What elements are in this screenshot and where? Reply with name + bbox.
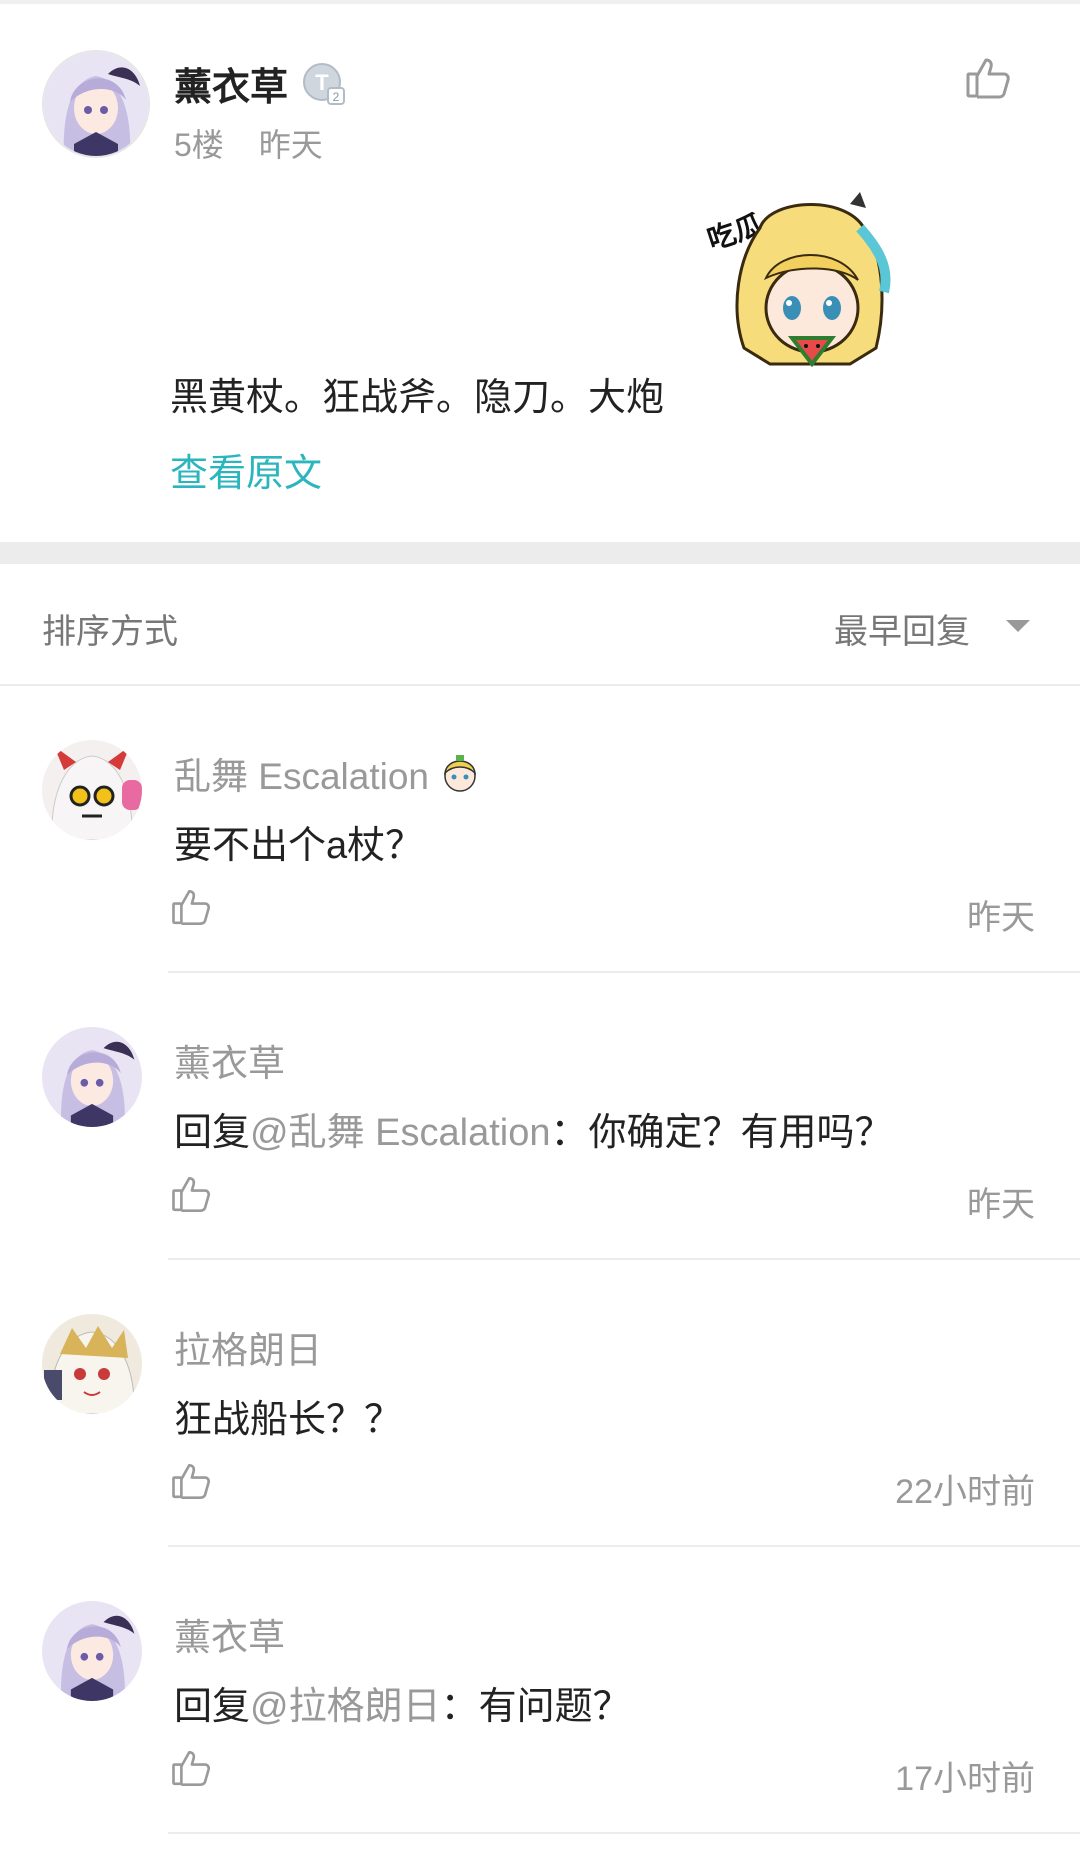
section-gap [0,542,1080,564]
thumbs-up-icon[interactable] [170,1460,212,1502]
author-name[interactable]: 薰衣草 [174,56,288,111]
thumbs-up-icon[interactable] [170,1173,212,1215]
commenter-avatar[interactable] [42,1601,142,1701]
comment-item: 拉格朗日 狂战船长？？ 22小时前 [0,1260,1080,1547]
comment-time: 17小时前 [895,1760,1035,1798]
badge-icon: T 2 [302,62,346,106]
sort-dropdown[interactable]: 最早回复 [834,604,970,653]
commenter-name-text[interactable]: 乱舞 Escalation [174,756,429,797]
sort-label: 排序方式 [42,613,178,651]
commenter-name[interactable]: 薰衣草 [174,1607,285,1661]
thumbs-up-icon[interactable] [964,54,1012,102]
comment-text: 要不出个a杖？ [174,814,423,869]
comment-divider [168,1832,1080,1834]
floor-number: 5楼 [174,127,224,163]
comment-time: 22小时前 [895,1473,1035,1511]
comment-body: 要不出个a杖？ [174,825,424,867]
post-time: 昨天 [258,127,323,163]
comment-item: 薰衣草 回复@拉格朗日：有问题？ 17小时前 [0,1547,1080,1834]
thumbs-up-icon[interactable] [170,1747,212,1789]
author-avatar[interactable] [42,50,150,158]
post-content: 黑黄杖。狂战斧。隐刀。大炮 [170,377,665,419]
mention-link[interactable]: @乱舞 Escalation [250,1112,550,1154]
comment-time: 昨天 [967,899,1035,937]
badge-level: 2 [333,90,340,104]
comment-body: 狂战船长？？ [174,1399,403,1441]
emoji-icon [439,753,481,795]
comment-body: ：你确定？有用吗？ [550,1112,893,1154]
reply-prefix: 回复 [174,1686,251,1728]
main-post: 薰衣草 T 2 5楼 昨天 吃瓜… 黑黄杖。狂战斧。隐刀。大炮 查看原文 [0,4,1080,542]
thumbs-up-icon[interactable] [170,886,212,928]
mention-link[interactable]: @拉格朗日 [250,1686,441,1728]
comment-text: 回复@拉格朗日：有问题？ [174,1675,631,1730]
commenter-avatar[interactable] [42,1314,142,1414]
commenter-name[interactable]: 拉格朗日 [174,1320,322,1374]
commenter-avatar[interactable] [42,1027,142,1127]
comment-body: ：有问题？ [440,1686,631,1728]
post-meta: 5楼 昨天 [174,120,349,166]
sticker-image: 吃瓜… [700,188,900,398]
sort-bar: 排序方式 最早回复 [0,564,1080,686]
comment-item: 乱舞 Escalation 要不出个a杖？ 昨天 [0,686,1080,973]
comment-time: 昨天 [967,1186,1035,1224]
caret-down-icon[interactable] [1006,620,1030,632]
commenter-name[interactable]: 薰衣草 [174,1033,285,1087]
comment-item: 薰衣草 回复@乱舞 Escalation：你确定？有用吗？ 昨天 [0,973,1080,1260]
commenter-avatar[interactable] [42,740,142,840]
comment-text: 狂战船长？？ [174,1388,402,1443]
view-original-link[interactable]: 查看原文 [170,442,322,497]
comment-text: 回复@乱舞 Escalation：你确定？有用吗？ [174,1101,893,1156]
reply-prefix: 回复 [174,1112,251,1154]
commenter-name[interactable]: 乱舞 Escalation [174,746,481,800]
